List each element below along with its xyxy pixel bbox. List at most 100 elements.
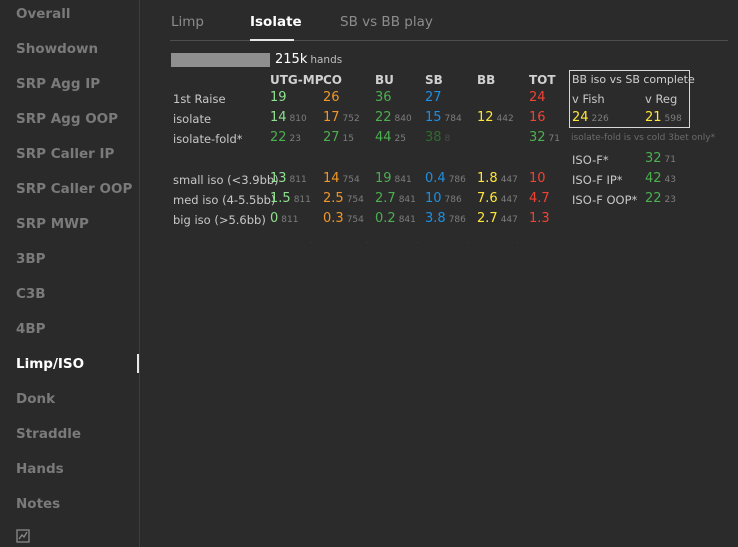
ghost-mark: . bbox=[310, 236, 313, 246]
stat-value: 1.8 bbox=[477, 171, 498, 186]
tab-sb-vs-bb-play[interactable]: SB vs BB play bbox=[340, 14, 433, 30]
stat-sample: 786 bbox=[448, 215, 466, 225]
stat-sample: 442 bbox=[496, 114, 514, 124]
stat-cell[interactable]: 2.5 754 bbox=[323, 191, 364, 208]
stat-cell[interactable]: 12 442 bbox=[477, 110, 514, 127]
row-label-iso-f-ip: ISO-F IP* bbox=[572, 173, 623, 187]
stat-cell[interactable]: 2.7 447 bbox=[477, 211, 518, 228]
stat-cell[interactable]: 0.3 754 bbox=[323, 211, 364, 228]
stat-cell[interactable]: 13 811 bbox=[270, 171, 307, 188]
stat-cell[interactable]: 3.8 786 bbox=[425, 211, 466, 228]
stat-sample: 841 bbox=[394, 175, 412, 185]
stat-cell[interactable]: 32 71 bbox=[645, 151, 676, 168]
stat-cell[interactable]: 32 71 bbox=[529, 130, 560, 147]
stat-sample: 71 bbox=[548, 134, 560, 144]
sidebar-item-srp-agg-oop[interactable]: SRP Agg OOP bbox=[16, 111, 118, 127]
stat-cell[interactable]: 2.7 841 bbox=[375, 191, 416, 208]
stat-sample: 841 bbox=[398, 215, 416, 225]
stat-value: 1.5 bbox=[270, 191, 291, 206]
stat-cell[interactable]: 14 754 bbox=[323, 171, 360, 188]
stat-cell[interactable]: 0.4 786 bbox=[425, 171, 466, 188]
stat-cell[interactable]: 27 15 bbox=[323, 130, 354, 147]
stat-sample: 841 bbox=[398, 195, 416, 205]
stat-cell[interactable]: 19 841 bbox=[375, 171, 412, 188]
sidebar-item-srp-mwp[interactable]: SRP MWP bbox=[16, 216, 89, 232]
stat-cell[interactable]: 22 840 bbox=[375, 110, 412, 127]
stat-sample: 447 bbox=[500, 215, 518, 225]
sidebar-item-srp-caller-oop[interactable]: SRP Caller OOP bbox=[16, 181, 132, 197]
stat-cell[interactable]: 22 23 bbox=[645, 191, 676, 208]
stat-value: 27 bbox=[323, 130, 340, 145]
stat-cell[interactable]: 24 226 bbox=[572, 110, 609, 127]
stat-cell[interactable]: 17 752 bbox=[323, 110, 360, 127]
hands-count: 215k hands bbox=[275, 52, 342, 67]
tab-isolate[interactable]: Isolate bbox=[250, 14, 302, 30]
row-label-big-iso: big iso (>5.6bb) bbox=[173, 213, 266, 227]
sidebar-item-notes[interactable]: Notes bbox=[16, 496, 60, 512]
stat-sample: 447 bbox=[500, 195, 518, 205]
stat-cell[interactable]: 0 811 bbox=[270, 211, 298, 228]
stat-value: 0.2 bbox=[375, 211, 396, 226]
sidebar-item-hands[interactable]: Hands bbox=[16, 461, 64, 477]
stat-cell[interactable]: 7.6 447 bbox=[477, 191, 518, 208]
stat-value: 2.5 bbox=[323, 191, 344, 206]
stat-cell[interactable]: 1.8 447 bbox=[477, 171, 518, 188]
stat-cell[interactable]: 21 598 bbox=[645, 110, 682, 127]
stat-cell[interactable]: 36 bbox=[375, 90, 392, 106]
stat-sample: 811 bbox=[293, 195, 311, 205]
stat-cell[interactable]: 1.3 bbox=[529, 211, 550, 227]
stat-cell[interactable]: 42 43 bbox=[645, 171, 676, 188]
tab-limp[interactable]: Limp bbox=[171, 14, 204, 30]
stat-sample: 447 bbox=[500, 175, 518, 185]
ghost-mark: . bbox=[416, 236, 419, 246]
stat-sample: 754 bbox=[346, 195, 364, 205]
sidebar-item-srp-agg-ip[interactable]: SRP Agg IP bbox=[16, 76, 100, 92]
stat-cell[interactable]: 14 810 bbox=[270, 110, 307, 127]
stat-cell[interactable]: 16 bbox=[529, 110, 546, 126]
stat-sample: 598 bbox=[664, 114, 682, 124]
sidebar-item-showdown[interactable]: Showdown bbox=[16, 41, 98, 57]
sidebar-item-straddle[interactable]: Straddle bbox=[16, 426, 81, 442]
stat-cell[interactable]: 19 bbox=[270, 90, 287, 106]
stat-cell[interactable]: 10 bbox=[529, 171, 546, 187]
sidebar-item-3bp[interactable]: 3BP bbox=[16, 251, 46, 267]
sidebar-item-donk[interactable]: Donk bbox=[16, 391, 55, 407]
stat-value: 13 bbox=[270, 171, 287, 186]
col-header-tot: TOT bbox=[529, 73, 556, 87]
stat-cell[interactable]: 38 8 bbox=[425, 130, 450, 147]
stat-cell[interactable]: 26 bbox=[323, 90, 340, 106]
stat-cell[interactable]: 22 23 bbox=[270, 130, 301, 147]
stat-cell[interactable]: 27 bbox=[425, 90, 442, 106]
sidebar-item-limp-iso[interactable]: Limp/ISO bbox=[16, 356, 84, 372]
active-tab-underline bbox=[250, 39, 294, 41]
col-header-v-fish: v Fish bbox=[572, 92, 605, 106]
row-label-isolate-fold: isolate-fold* bbox=[173, 132, 243, 146]
stat-cell[interactable]: 1.5 811 bbox=[270, 191, 311, 208]
stat-value: 44 bbox=[375, 130, 392, 145]
sidebar-item-c3b[interactable]: C3B bbox=[16, 286, 46, 302]
stat-value: 24 bbox=[572, 110, 589, 125]
stat-sample: 752 bbox=[342, 114, 360, 124]
stat-value: 22 bbox=[645, 191, 662, 206]
stat-value: 14 bbox=[270, 110, 287, 125]
sidebar: Overall Showdown SRP Agg IP SRP Agg OOP … bbox=[0, 0, 140, 547]
chart-icon[interactable] bbox=[16, 529, 30, 543]
stat-sample: 43 bbox=[664, 175, 676, 185]
stat-cell[interactable]: 24 bbox=[529, 90, 546, 106]
sidebar-item-overall[interactable]: Overall bbox=[16, 6, 70, 22]
stat-sample: 8 bbox=[444, 134, 451, 144]
stat-cell[interactable]: 44 25 bbox=[375, 130, 406, 147]
stat-cell[interactable]: 10 786 bbox=[425, 191, 462, 208]
sidebar-item-4bp[interactable]: 4BP bbox=[16, 321, 46, 337]
ghost-mark: . bbox=[516, 236, 519, 246]
stat-value: 12 bbox=[477, 110, 494, 125]
stat-value: 15 bbox=[425, 110, 442, 125]
row-label-iso-f-oop: ISO-F OOP* bbox=[572, 193, 638, 207]
sidebar-item-srp-caller-ip[interactable]: SRP Caller IP bbox=[16, 146, 114, 162]
stat-cell[interactable]: 4.7 bbox=[529, 191, 550, 207]
stat-cell[interactable]: 15 784 bbox=[425, 110, 462, 127]
hands-count-value: 215k bbox=[275, 52, 308, 67]
stat-cell[interactable]: 0.2 841 bbox=[375, 211, 416, 228]
stat-value: 42 bbox=[645, 171, 662, 186]
stat-value: 3.8 bbox=[425, 211, 446, 226]
